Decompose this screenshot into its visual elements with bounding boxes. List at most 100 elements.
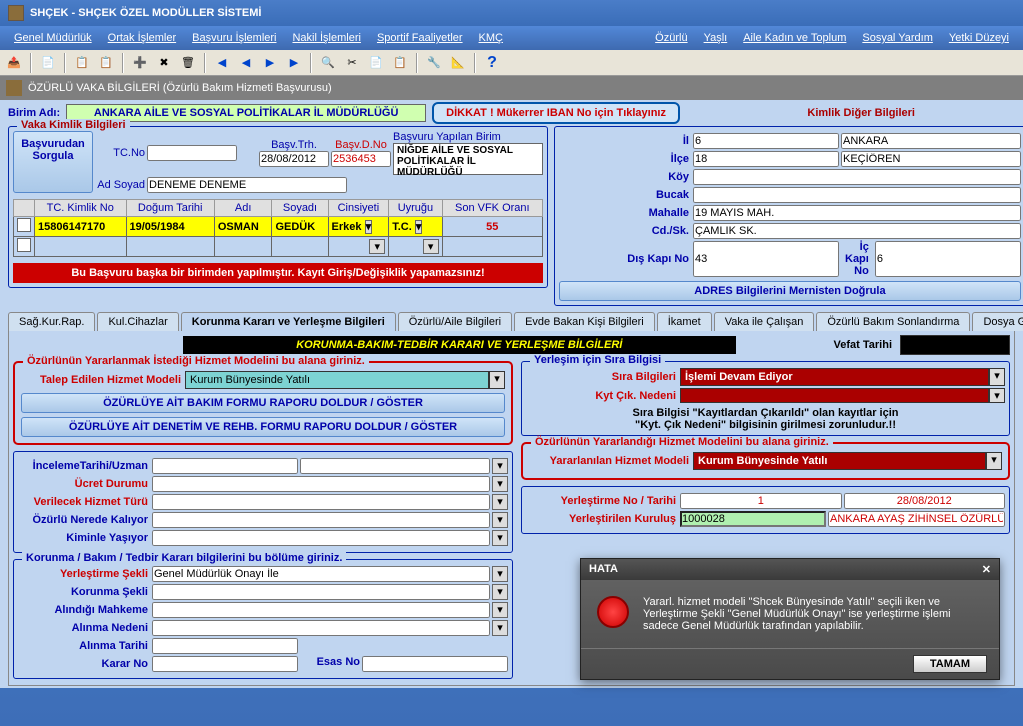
tb-tool1-icon[interactable]: 🔧 xyxy=(424,53,444,73)
yerlestirilen-kurulus-input[interactable] xyxy=(828,511,1005,527)
tb-find-icon[interactable]: 🔍 xyxy=(318,53,338,73)
diskapi-input[interactable] xyxy=(693,241,839,277)
tb-exit-icon[interactable]: 📤 xyxy=(4,53,24,73)
tab-vaka-calisan[interactable]: Vaka ile Çalışan xyxy=(714,312,815,331)
yerlestirme-sekli-input[interactable] xyxy=(152,566,490,582)
tb-delete-icon[interactable]: ✖ xyxy=(154,53,174,73)
tckno-input[interactable] xyxy=(147,145,237,161)
nerede-input[interactable] xyxy=(152,512,490,528)
bucak-input[interactable] xyxy=(693,187,1021,203)
kiminle-input[interactable] xyxy=(152,530,490,546)
menu-yasli[interactable]: Yaşlı xyxy=(696,28,736,48)
basvurudan-sorgula-button[interactable]: Başvurudan Sorgula xyxy=(13,131,93,193)
yerlestirme-sekli-drop[interactable]: ▾ xyxy=(492,566,508,582)
yararlanilan-model-dropdown[interactable]: Kurum Bünyesinde Yatılı▾ xyxy=(693,452,1002,470)
tab-evde-bakan[interactable]: Evde Bakan Kişi Bilgileri xyxy=(514,312,655,331)
iban-warning-button[interactable]: DİKKAT ! Mükerrer IBAN No için Tıklayını… xyxy=(432,102,680,124)
korunma-sekli-input[interactable] xyxy=(152,584,490,600)
adsoyad-input[interactable] xyxy=(147,177,347,193)
alinma-nedeni-input[interactable] xyxy=(152,620,490,636)
tb-new-icon[interactable]: 📄 xyxy=(38,53,58,73)
col-dogum: Doğum Tarihi xyxy=(126,200,214,217)
il-input[interactable] xyxy=(841,133,1021,149)
tb-add-icon[interactable]: ➕ xyxy=(130,53,150,73)
basvtrh-input[interactable] xyxy=(259,151,329,167)
menu-yetki[interactable]: Yetki Düzeyi xyxy=(941,28,1017,48)
menu-ozurlu[interactable]: Özürlü xyxy=(647,28,695,48)
nerede-drop[interactable]: ▾ xyxy=(492,512,508,528)
ilce-code-input[interactable] xyxy=(693,151,839,167)
karar-no-input[interactable] xyxy=(152,656,298,672)
yerlestirme-tarih-input[interactable] xyxy=(844,493,1006,509)
mahkeme-drop[interactable]: ▾ xyxy=(492,602,508,618)
korunma-sekli-drop[interactable]: ▾ xyxy=(492,584,508,600)
table-row[interactable]: ▾ ▾ xyxy=(14,237,543,257)
menu-ortak[interactable]: Ortak İşlemler xyxy=(100,28,184,48)
tb-copy2-icon[interactable]: 📄 xyxy=(366,53,386,73)
kiminle-label: Kiminle Yaşıyor xyxy=(18,532,148,544)
inceleme-uzman-input[interactable] xyxy=(300,458,490,474)
table-row[interactable]: 15806147170 19/05/1984 OSMAN GEDÜK Erkek… xyxy=(14,217,543,237)
basvdno-input[interactable] xyxy=(331,151,391,167)
tb-first-icon[interactable]: ◀ xyxy=(212,53,232,73)
kisi-grid: TC. Kimlik No Doğum Tarihi Adı Soyadı Ci… xyxy=(13,199,543,257)
menu-aile[interactable]: Aile Kadın ve Toplum xyxy=(735,28,854,48)
talep-model-dropdown[interactable]: Kurum Bünyesinde Yatılı▾ xyxy=(185,371,505,389)
tb-tool2-icon[interactable]: 📐 xyxy=(448,53,468,73)
ickapi-input[interactable] xyxy=(875,241,1021,277)
denetim-formu-button[interactable]: ÖZÜRLÜYE AİT DENETİM VE REHB. FORMU RAPO… xyxy=(21,417,505,437)
yerlestirilen-kurulus-code[interactable] xyxy=(680,511,826,527)
tab-ikamet[interactable]: İkamet xyxy=(657,312,712,331)
tb-clear-icon[interactable]: 🗑 xyxy=(178,53,198,73)
basvbirim-label: Başvuru Yapılan Birim xyxy=(393,131,543,143)
tb-cut-icon[interactable]: ✂ xyxy=(342,53,362,73)
tb-help-icon[interactable]: ? xyxy=(482,53,502,73)
tab-sag-kur[interactable]: Sağ.Kur.Rap. xyxy=(8,312,95,331)
esas-no-input[interactable] xyxy=(362,656,508,672)
tab-ozurlu-aile[interactable]: Özürlü/Aile Bilgileri xyxy=(398,312,512,331)
menu-basvuru[interactable]: Başvuru İşlemleri xyxy=(184,28,284,48)
ucret-input[interactable] xyxy=(152,476,490,492)
alinma-tarihi-input[interactable] xyxy=(152,638,298,654)
tab-dosya-gonder[interactable]: Dosya Gönder xyxy=(972,312,1023,331)
mahkeme-input[interactable] xyxy=(152,602,490,618)
menu-genel[interactable]: Genel Müdürlük xyxy=(6,28,100,48)
menu-nakil[interactable]: Nakil İşlemleri xyxy=(284,28,368,48)
alinma-nedeni-drop[interactable]: ▾ xyxy=(492,620,508,636)
tab-kul-cihazlar[interactable]: Kul.Cihazlar xyxy=(97,312,178,331)
ilce-input[interactable] xyxy=(841,151,1021,167)
cdsk-input[interactable] xyxy=(693,223,1021,239)
inceleme-tarih-input[interactable] xyxy=(152,458,298,474)
tab-sonlandirma[interactable]: Özürlü Bakım Sonlandırma xyxy=(816,312,970,331)
menu-sosyal[interactable]: Sosyal Yardım xyxy=(854,28,941,48)
kyt-cik-dropdown[interactable]: ▾ xyxy=(680,388,1005,403)
cell-uyruk: T.C. ▾ xyxy=(389,217,442,237)
koy-input[interactable] xyxy=(693,169,1021,185)
ucret-drop[interactable]: ▾ xyxy=(492,476,508,492)
tb-paste-icon[interactable]: 📋 xyxy=(96,53,116,73)
bakim-formu-button[interactable]: ÖZÜRLÜYE AİT BAKIM FORMU RAPORU DOLDUR /… xyxy=(21,393,505,413)
hizmet-turu-input[interactable] xyxy=(152,494,490,510)
menu-sportif[interactable]: Sportif Faaliyetler xyxy=(369,28,471,48)
sira-dropdown[interactable]: İşlemi Devam Ediyor▾ xyxy=(680,368,1005,386)
il-code-input[interactable] xyxy=(693,133,839,149)
tb-copy-icon[interactable]: 📋 xyxy=(72,53,92,73)
tb-paste2-icon[interactable]: 📋 xyxy=(390,53,410,73)
row-checkbox[interactable] xyxy=(17,238,31,252)
mahkeme-label: Alındığı Mahkeme xyxy=(18,604,148,616)
mahalle-input[interactable] xyxy=(693,205,1021,221)
menu-kmc[interactable]: KMÇ xyxy=(471,28,511,48)
error-close-icon[interactable]: ✕ xyxy=(982,563,991,576)
yerlestirme-no-input[interactable] xyxy=(680,493,842,509)
tb-prev-icon[interactable]: ◀ xyxy=(236,53,256,73)
row-checkbox[interactable] xyxy=(17,218,31,232)
tab-korunma[interactable]: Korunma Kararı ve Yerleşme Bilgileri xyxy=(181,312,396,331)
error-ok-button[interactable]: TAMAM xyxy=(913,655,987,673)
tb-last-icon[interactable]: ▶ xyxy=(284,53,304,73)
adres-dogrula-button[interactable]: ADRES Bilgilerini Mernisten Doğrula xyxy=(559,281,1021,301)
bucak-label: Bucak xyxy=(559,189,689,201)
inceleme-drop[interactable]: ▾ xyxy=(492,458,508,474)
tb-next-icon[interactable]: ▶ xyxy=(260,53,280,73)
hizmet-turu-drop[interactable]: ▾ xyxy=(492,494,508,510)
kiminle-drop[interactable]: ▾ xyxy=(492,530,508,546)
